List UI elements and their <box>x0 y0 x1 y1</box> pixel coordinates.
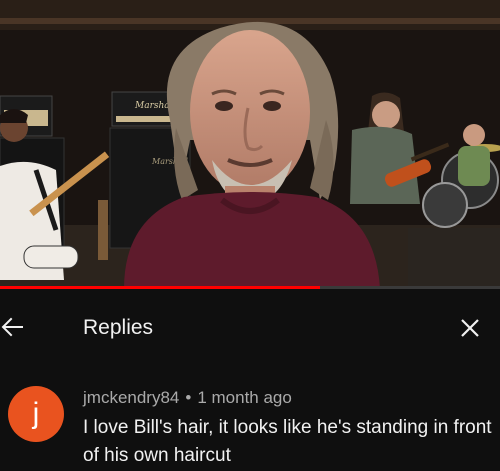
video-frame: Marshall Marshall <box>0 0 500 289</box>
back-button[interactable] <box>0 314 26 340</box>
replies-title: Replies <box>83 316 154 339</box>
replies-header: Replies <box>0 300 500 356</box>
comment-timestamp: 1 month ago <box>197 388 292 407</box>
close-icon <box>461 319 479 337</box>
avatar[interactable]: j <box>8 386 64 442</box>
comment-text: I love Bill's hair, it looks like he's s… <box>83 417 492 466</box>
youtube-replies-screen: Marshall Marshall Replies j jmckendry84 … <box>0 0 500 471</box>
comment-author[interactable]: jmckendry84 <box>83 388 179 407</box>
progress-bar[interactable] <box>0 286 500 289</box>
arrow-left-icon <box>1 317 23 337</box>
comment-item: j jmckendry84 • 1 month ago I love Bill's … <box>0 380 500 471</box>
meta-separator: • <box>185 388 192 407</box>
close-button[interactable] <box>458 316 482 340</box>
video-player[interactable]: Marshall Marshall <box>0 0 500 289</box>
comment-meta: jmckendry84 • 1 month ago <box>83 388 292 408</box>
progress-fill <box>0 286 320 289</box>
